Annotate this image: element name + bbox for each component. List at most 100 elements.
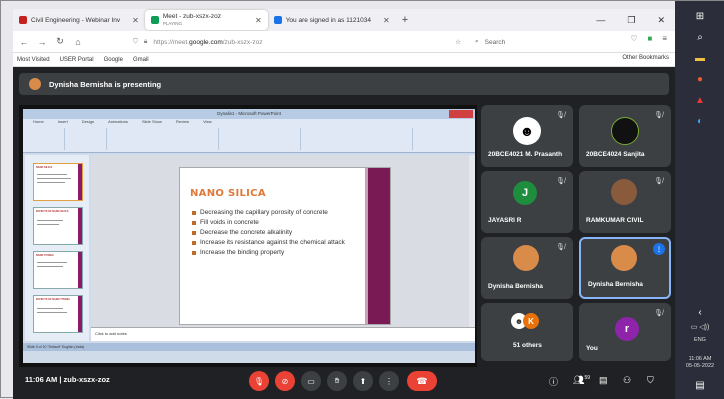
self-tile[interactable]: 🎙︎̸ r You <box>579 303 671 361</box>
slide-thumbnail[interactable]: NANO TITANIA <box>33 251 83 289</box>
notes-pane[interactable]: Click to add notes <box>91 327 475 341</box>
clock-date[interactable]: 05-05-2022 <box>686 363 714 370</box>
avatar <box>611 245 637 271</box>
ribbon-tab[interactable]: Insert <box>58 119 68 126</box>
ribbon-tab[interactable]: Slide Show <box>142 119 162 126</box>
pocket-icon[interactable]: ♡ <box>630 34 637 43</box>
shield-icon: ⛉ <box>133 38 138 45</box>
avatar <box>611 117 639 145</box>
host-controls-icon[interactable]: ⛉ <box>647 375 654 386</box>
mic-off-icon: 🎙︎̸ <box>556 178 565 185</box>
slide-scrollbar[interactable] <box>469 155 475 327</box>
ribbon-tab[interactable]: Design <box>82 119 94 126</box>
windows-start-icon[interactable]: ⊞ <box>696 11 704 22</box>
participant-tile[interactable]: 🎙︎̸ Dynisha Bernisha <box>481 237 573 299</box>
ribbon-tab[interactable]: Home <box>33 119 44 126</box>
home-icon[interactable]: ⌂ <box>71 37 85 47</box>
maximize-icon[interactable]: ❐ <box>627 15 635 26</box>
participant-name: You <box>586 345 598 352</box>
more-options-button[interactable]: ⋮ <box>379 371 399 391</box>
participant-name: 51 others <box>513 342 542 349</box>
close-icon[interactable]: ✕ <box>255 16 262 25</box>
chat-icon[interactable]: ▤ <box>599 375 608 386</box>
participant-tile[interactable]: 🎙︎̸ 20BCE4024 Sanjita <box>579 105 671 167</box>
participant-count: 59 <box>584 375 590 381</box>
ribbon-tab[interactable]: View <box>203 119 212 126</box>
slide-stage: NANO SILICA Decreasing the capillary por… <box>91 155 475 327</box>
back-icon[interactable]: ← <box>17 37 31 47</box>
bookmark-google[interactable]: Google <box>104 57 123 63</box>
clock-time[interactable]: 11:06 AM <box>689 356 712 363</box>
participant-tile[interactable]: 🎙︎̸ RAMKUMAR CIVIL <box>579 171 671 233</box>
network-volume-icon[interactable]: ▭ ◁)) <box>691 324 710 331</box>
slide-thumbnail[interactable]: NANO SILICA <box>33 163 83 201</box>
participant-tile-speaking[interactable]: ⋮ Dynisha Bernisha <box>579 237 671 299</box>
people-icon[interactable]: 👥︎59 <box>573 375 590 386</box>
forward-icon[interactable]: → <box>35 37 49 47</box>
close-icon[interactable]: ✕ <box>132 16 139 25</box>
tab-signed-in[interactable]: You are signed in as 1121034 ✕ <box>268 10 396 30</box>
avatar: r <box>615 317 639 341</box>
slide-thumbnail[interactable]: EFFECTS OF NANO TITANIA <box>33 295 83 333</box>
raise-hand-button[interactable]: ✋︎ <box>327 371 347 391</box>
activities-icon[interactable]: ⚇ <box>623 375 631 386</box>
participant-tile[interactable]: 🎙︎̸ ☻ 20BCE4021 M. Prasanth <box>481 105 573 167</box>
file-explorer-icon[interactable]: ▬ <box>695 53 705 64</box>
other-bookmarks[interactable]: Other Bookmarks <box>622 55 669 61</box>
ppt-title-bar: Dynalis1 - Microsoft PowerPoint <box>23 109 475 119</box>
end-call-button[interactable]: ☎︎ <box>407 371 437 391</box>
lock-icon: 🔒︎ <box>143 38 148 45</box>
bookmark-star-icon[interactable]: ☆ <box>455 38 461 46</box>
language-indicator[interactable]: ENG <box>694 337 706 344</box>
meet-window: Dynisha Bernisha is presenting Dynalis1 … <box>13 67 675 399</box>
close-window-icon[interactable]: ✕ <box>657 15 665 26</box>
ribbon-group <box>25 128 65 150</box>
avatar: K <box>523 313 539 329</box>
tab-label: Civil Engineering - Webinar Inv <box>31 16 121 24</box>
bullet-item: Decreasing the capillary porosity of con… <box>192 208 362 218</box>
present-button[interactable]: ⬆ <box>353 371 373 391</box>
bookmark-gmail[interactable]: Gmail <box>133 57 149 63</box>
edge-icon[interactable]: ◐ <box>697 116 703 127</box>
url-bar[interactable]: ⛉ 🔒︎ https://meet.google.com/zub-xszx-zo… <box>133 34 463 50</box>
info-icon[interactable]: ⓘ <box>549 375 558 388</box>
extension-icon[interactable]: ■ <box>647 34 652 43</box>
slide-title: NANO SILICA <box>190 188 266 199</box>
participant-tile[interactable]: 🎙︎̸ J JAYASRI R <box>481 171 573 233</box>
search-icon: ⌕ <box>475 38 479 45</box>
notification-icon[interactable]: ▤ <box>695 380 704 391</box>
slide-thumbnail[interactable]: EFFECTS OF NANO SILICA <box>33 207 83 245</box>
slide-thumbnails: NANO SILICA EFFECTS OF NANO SILICA NANO … <box>25 155 89 341</box>
minimize-icon[interactable]: — <box>596 15 605 25</box>
participant-name: JAYASRI R <box>488 217 522 224</box>
reload-icon[interactable]: ↻ <box>53 36 67 47</box>
mic-off-icon: 🎙︎̸ <box>556 244 565 251</box>
window-controls <box>449 110 473 118</box>
tab-meet[interactable]: Meet - zub-xszx-zoz PLAYING ✕ <box>144 10 268 30</box>
captions-button[interactable]: ▭ <box>301 371 321 391</box>
tab-sublabel: PLAYING <box>162 21 183 26</box>
bookmarks-bar: Most Visited USER Portal Google Gmail Ot… <box>13 53 675 67</box>
ribbon-tab[interactable]: Review <box>176 119 189 126</box>
tab-label: Meet - zub-xszx-zoz <box>162 13 221 20</box>
tray-chevron-icon[interactable]: ‹ <box>698 307 701 318</box>
participant-name: 20BCE4024 Sanjita <box>586 151 645 158</box>
tab-webinar[interactable]: Civil Engineering - Webinar Inv ✕ <box>13 10 145 30</box>
slide-bullets: Decreasing the capillary porosity of con… <box>192 208 362 258</box>
mic-off-button[interactable]: 🎙︎ <box>249 371 269 391</box>
bookmark-most-visited[interactable]: Most Visited <box>17 57 50 63</box>
others-tile[interactable]: ☻ K 51 others <box>481 303 573 361</box>
new-tab-button[interactable]: + <box>402 14 408 26</box>
ppt-status-bar: Slide 9 of 10 "Default" English (India) <box>23 343 475 351</box>
search-input[interactable]: ⌕ Search <box>475 34 615 50</box>
bookmark-user-portal[interactable]: USER Portal <box>60 57 94 63</box>
close-icon[interactable]: ✕ <box>383 16 390 25</box>
firefox-icon[interactable]: ● <box>697 74 703 85</box>
shared-screen: Dynalis1 - Microsoft PowerPoint Home Ins… <box>19 105 477 367</box>
search-icon[interactable]: ⌕ <box>697 32 703 43</box>
ribbon-tab[interactable]: Animations <box>108 119 128 126</box>
camera-off-button[interactable]: ⊘ <box>275 371 295 391</box>
menu-icon[interactable]: ≡ <box>662 34 667 43</box>
participant-name: 20BCE4021 M. Prasanth <box>488 151 563 158</box>
pdf-icon[interactable]: ▲ <box>695 95 705 106</box>
